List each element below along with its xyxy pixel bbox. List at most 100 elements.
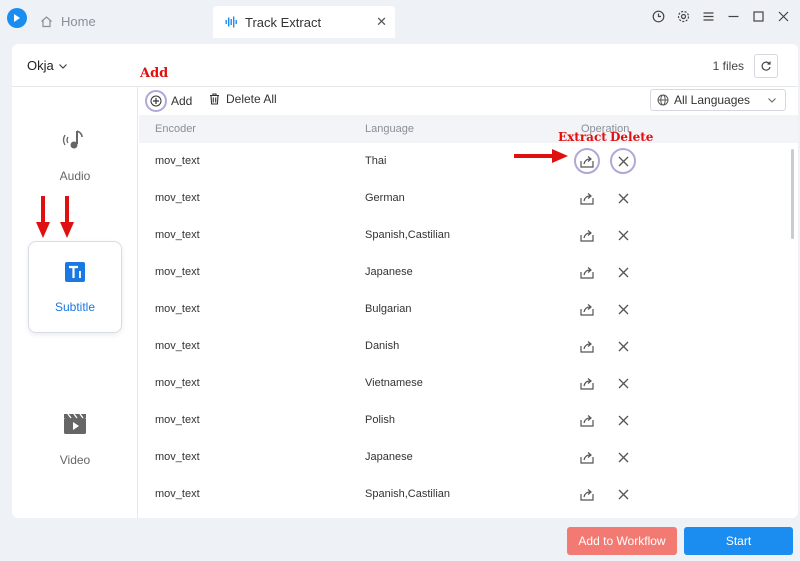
- waveform-icon: [225, 16, 237, 28]
- extract-button[interactable]: [577, 188, 597, 208]
- window-controls: [652, 10, 790, 23]
- language-filter-value: All Languages: [674, 93, 751, 107]
- add-to-workflow-button[interactable]: Add to Workflow: [567, 527, 677, 555]
- encoder-cell: mov_text: [155, 303, 200, 315]
- delete-all-button[interactable]: Delete All: [209, 92, 277, 106]
- tab-track-extract-label: Track Extract: [245, 14, 322, 30]
- table-row: mov_text Japanese: [139, 439, 798, 476]
- extract-share-icon: [580, 266, 594, 279]
- delete-all-label: Delete All: [226, 92, 277, 106]
- encoder-cell: mov_text: [155, 155, 200, 167]
- close-icon: [618, 193, 628, 203]
- language-cell: Spanish,Castilian: [365, 488, 450, 500]
- close-icon: [618, 489, 628, 499]
- trash-icon: [210, 93, 219, 105]
- annotation-arrow-down-icon: [36, 196, 50, 238]
- table-row: mov_text Thai: [139, 143, 798, 180]
- table-row: mov_text Polish: [139, 402, 798, 439]
- extract-button[interactable]: [577, 299, 597, 319]
- table-row: mov_text Japanese: [139, 254, 798, 291]
- extract-share-icon: [580, 451, 594, 464]
- close-window-icon[interactable]: [777, 10, 790, 23]
- history-icon[interactable]: [652, 10, 665, 23]
- table-row: mov_text Bulgarian: [139, 291, 798, 328]
- delete-button[interactable]: [613, 447, 633, 467]
- tab-home[interactable]: Home: [40, 6, 96, 36]
- tab-close-icon[interactable]: ✕: [376, 14, 387, 30]
- table-row: mov_text German: [139, 180, 798, 217]
- home-icon: [41, 15, 52, 27]
- scrollbar[interactable]: [791, 149, 794, 239]
- add-button[interactable]: Add: [145, 90, 192, 112]
- minimize-icon[interactable]: [727, 10, 740, 23]
- close-icon: [618, 304, 628, 314]
- language-cell: Thai: [365, 155, 387, 167]
- encoder-cell: mov_text: [155, 377, 200, 389]
- extract-button[interactable]: [577, 447, 597, 467]
- menu-icon[interactable]: [702, 10, 715, 23]
- add-label: Add: [171, 94, 193, 108]
- delete-button[interactable]: [613, 410, 633, 430]
- table-row: mov_text Danish: [139, 328, 798, 365]
- encoder-cell: mov_text: [155, 192, 200, 204]
- track-table: Encoder Language Operation mov_text Thai m…: [139, 115, 798, 518]
- encoder-cell: mov_text: [155, 229, 200, 241]
- table-body: mov_text Thai mov_text German mov_text Spanis…: [139, 143, 798, 513]
- extract-share-icon: [580, 488, 594, 501]
- table-row: mov_text Spanish,Castilian: [139, 476, 798, 513]
- language-cell: Danish: [365, 340, 400, 352]
- start-button[interactable]: Start: [684, 527, 793, 555]
- extract-button[interactable]: [577, 410, 597, 430]
- close-icon: [618, 267, 628, 277]
- close-icon: [618, 230, 628, 240]
- extract-share-icon: [580, 229, 594, 242]
- delete-button[interactable]: [613, 262, 633, 282]
- delete-button[interactable]: [610, 148, 636, 174]
- chevron-down-icon: [768, 98, 776, 103]
- table-row: mov_text Vietnamese: [139, 365, 798, 402]
- language-filter-select[interactable]: All Languages: [650, 89, 786, 111]
- delete-button[interactable]: [613, 484, 633, 504]
- delete-button[interactable]: [613, 373, 633, 393]
- table-row: mov_text Spanish,Castilian: [139, 217, 798, 254]
- header-encoder: Encoder: [155, 123, 196, 135]
- toolbar: Add Delete All All Languages: [139, 87, 798, 115]
- delete-button[interactable]: [613, 188, 633, 208]
- globe-icon: [657, 94, 669, 106]
- language-cell: German: [365, 192, 405, 204]
- content-area: Add Delete All All Languages Encoder Lan…: [12, 44, 798, 518]
- close-icon: [618, 156, 628, 166]
- extract-button[interactable]: [577, 262, 597, 282]
- encoder-cell: mov_text: [155, 451, 200, 463]
- extract-share-icon: [580, 155, 594, 168]
- tab-track-extract[interactable]: Track Extract ✕: [213, 6, 395, 38]
- annotation-delete: Delete: [610, 130, 654, 144]
- language-cell: Polish: [365, 414, 395, 426]
- add-circle-icon: [145, 90, 167, 112]
- extract-share-icon: [580, 303, 594, 316]
- annotation-add: Add: [140, 66, 169, 81]
- language-cell: Japanese: [365, 451, 413, 463]
- annotation-arrow-down-icon: [60, 196, 74, 238]
- extract-button[interactable]: [577, 225, 597, 245]
- close-icon: [618, 378, 628, 388]
- delete-button[interactable]: [613, 299, 633, 319]
- extract-button[interactable]: [577, 484, 597, 504]
- extract-share-icon: [580, 340, 594, 353]
- extract-button[interactable]: [577, 373, 597, 393]
- extract-share-icon: [580, 192, 594, 205]
- encoder-cell: mov_text: [155, 340, 200, 352]
- encoder-cell: mov_text: [155, 414, 200, 426]
- title-bar: Home Track Extract ✕: [0, 0, 800, 38]
- settings-gear-icon[interactable]: [677, 10, 690, 23]
- delete-button[interactable]: [613, 225, 633, 245]
- language-cell: Bulgarian: [365, 303, 412, 315]
- delete-button[interactable]: [613, 336, 633, 356]
- header-language: Language: [365, 123, 414, 135]
- annotation-extract: Extract: [558, 130, 607, 144]
- extract-button[interactable]: [574, 148, 600, 174]
- extract-share-icon: [580, 414, 594, 427]
- app-logo-icon: [7, 8, 27, 28]
- extract-button[interactable]: [577, 336, 597, 356]
- maximize-icon[interactable]: [752, 10, 765, 23]
